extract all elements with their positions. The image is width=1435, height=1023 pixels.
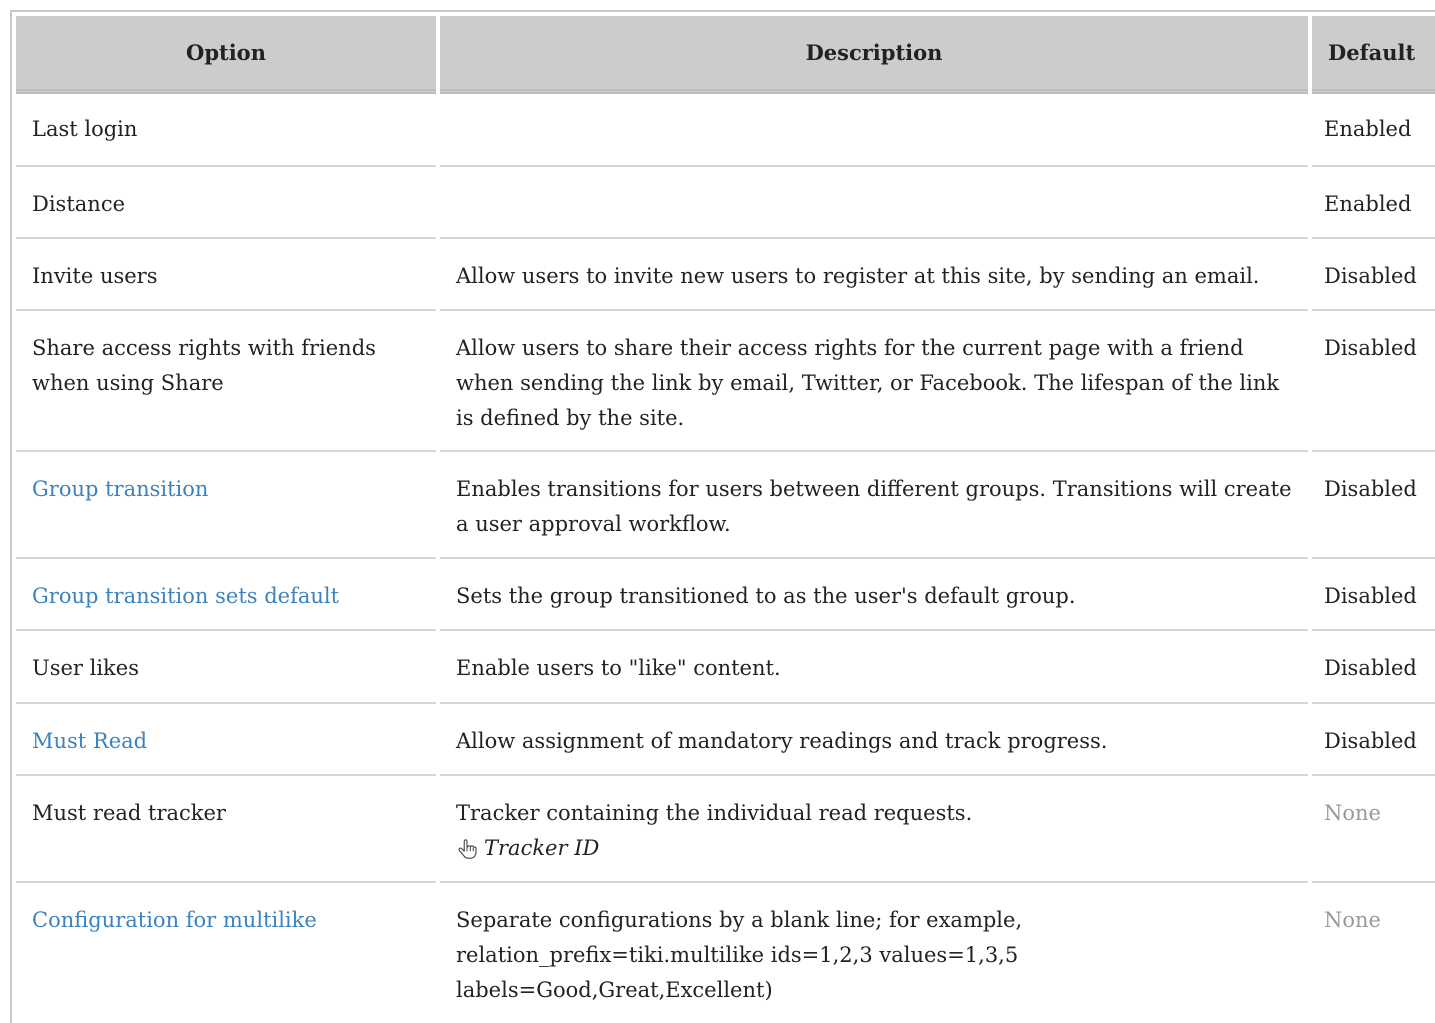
table-row: Invite users Allow users to invite new u… xyxy=(16,239,1435,311)
option-link-group-transition[interactable]: Group transition xyxy=(32,477,208,501)
option-link-configuration-for-multilike[interactable]: Configuration for multilike xyxy=(32,908,317,932)
description-cell xyxy=(440,167,1308,239)
description-cell: Allow users to share their access rights… xyxy=(440,311,1308,452)
default-cell: Enabled xyxy=(1312,167,1435,239)
default-cell: None xyxy=(1312,776,1435,883)
default-cell: Disabled xyxy=(1312,704,1435,776)
default-cell: Disabled xyxy=(1312,239,1435,311)
preferences-table-frame: Option Description Default Last login En… xyxy=(10,10,1435,1023)
option-link-must-read[interactable]: Must Read xyxy=(32,729,147,753)
table-row: Distance Enabled xyxy=(16,167,1435,239)
option-cell: Invite users xyxy=(16,239,436,311)
description-cell: Separate configurations by a blank line;… xyxy=(440,883,1308,1023)
table-row: Group transition Enables transitions for… xyxy=(16,452,1435,559)
description-cell: Sets the group transitioned to as the us… xyxy=(440,559,1308,631)
header-option: Option xyxy=(16,16,436,94)
description-text: Tracker containing the individual read r… xyxy=(456,801,973,825)
table-row: Must read tracker Tracker containing the… xyxy=(16,776,1435,883)
table-row: Group transition sets default Sets the g… xyxy=(16,559,1435,631)
default-cell: Disabled xyxy=(1312,452,1435,559)
tracker-id-label: Tracker ID xyxy=(484,836,600,860)
preferences-table: Option Description Default Last login En… xyxy=(12,16,1435,1023)
default-cell: Disabled xyxy=(1312,559,1435,631)
description-cell: Allow users to invite new users to regis… xyxy=(440,239,1308,311)
default-cell: Disabled xyxy=(1312,311,1435,452)
header-default: Default xyxy=(1312,16,1435,94)
option-cell: Must read tracker xyxy=(16,776,436,883)
option-cell: Last login xyxy=(16,94,436,167)
description-cell: Enables transitions for users between di… xyxy=(440,452,1308,559)
option-link-group-transition-sets-default[interactable]: Group transition sets default xyxy=(32,584,339,608)
option-cell: User likes xyxy=(16,631,436,704)
description-cell: Tracker containing the individual read r… xyxy=(440,776,1308,883)
option-cell: Must Read xyxy=(16,704,436,776)
table-row: Configuration for multilike Separate con… xyxy=(16,883,1435,1023)
description-cell: Enable users to "like" content. xyxy=(440,631,1308,704)
table-row: Last login Enabled xyxy=(16,94,1435,167)
option-cell: Configuration for multilike xyxy=(16,883,436,1023)
table-row: User likes Enable users to "like" conten… xyxy=(16,631,1435,704)
option-cell: Group transition xyxy=(16,452,436,559)
option-cell: Group transition sets default xyxy=(16,559,436,631)
option-cell: Distance xyxy=(16,167,436,239)
option-cell: Share access rights with friends when us… xyxy=(16,311,436,452)
default-cell: Enabled xyxy=(1312,94,1435,167)
description-cell xyxy=(440,94,1308,167)
table-row: Must Read Allow assignment of mandatory … xyxy=(16,704,1435,776)
tracker-id-hint: Tracker ID xyxy=(456,831,599,866)
table-header-row: Option Description Default xyxy=(16,16,1435,94)
header-description: Description xyxy=(440,16,1308,94)
default-cell: Disabled xyxy=(1312,631,1435,704)
table-row: Share access rights with friends when us… xyxy=(16,311,1435,452)
pointing-hand-icon xyxy=(458,838,477,859)
default-cell: None xyxy=(1312,883,1435,1023)
description-cell: Allow assignment of mandatory readings a… xyxy=(440,704,1308,776)
